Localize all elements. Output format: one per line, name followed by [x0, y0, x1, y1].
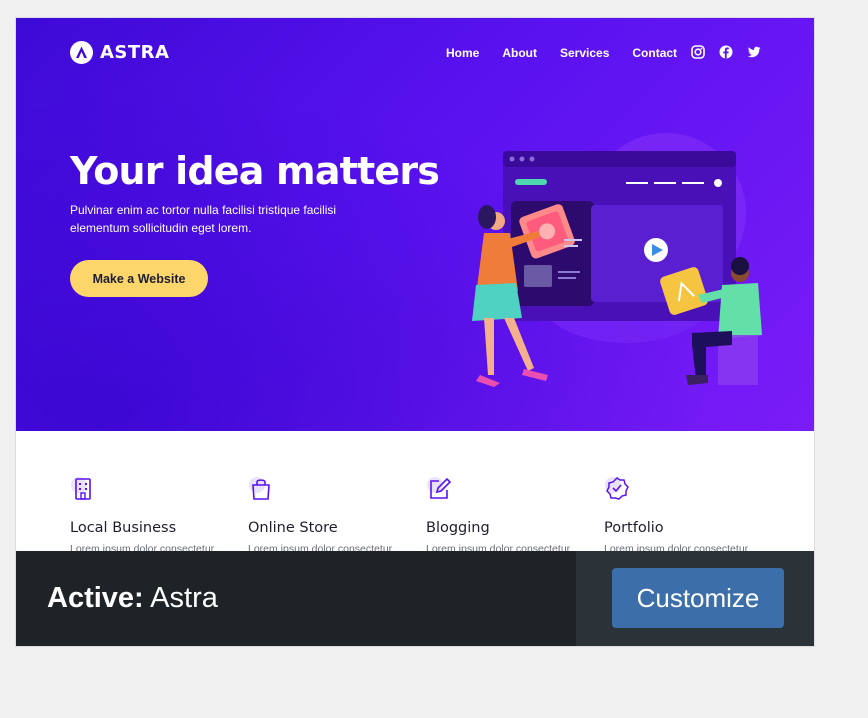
logo-text: ASTRA [100, 42, 170, 63]
feature-desc: Lorem ipsum dolor consectetur [426, 543, 571, 551]
instagram-icon[interactable] [691, 45, 705, 59]
active-label: Active: [47, 582, 144, 614]
hero-subtitle: Pulvinar enim ac tortor nulla facilisi t… [70, 203, 337, 235]
hero-illustration [456, 113, 766, 403]
theme-card[interactable]: ASTRA Home About Services Contact Your i… [15, 17, 815, 647]
hero-title: Your idea matters [70, 149, 440, 193]
theme-name: Active: Astra [47, 582, 218, 615]
twitter-icon[interactable] [747, 45, 761, 59]
theme-name-text: Astra [150, 582, 218, 614]
social-links [691, 45, 761, 59]
nav-home[interactable]: Home [446, 46, 479, 60]
feature-title: Portfolio [604, 520, 664, 536]
theme-screenshot[interactable]: ASTRA Home About Services Contact Your i… [16, 18, 814, 551]
feature-desc: Lorem ipsum dolor consectetur [604, 543, 749, 551]
feature-desc: Lorem ipsum dolor consectetur [70, 543, 215, 551]
badge-check-icon [604, 476, 630, 502]
theme-bar: Active: Astra Customize [16, 551, 814, 646]
nav-contact[interactable]: Contact [632, 46, 677, 60]
shopping-bag-icon [248, 476, 274, 502]
facebook-icon[interactable] [719, 45, 733, 59]
nav-about[interactable]: About [502, 46, 537, 60]
customize-button[interactable]: Customize [612, 568, 784, 628]
feature-title: Local Business [70, 520, 177, 536]
nav-services[interactable]: Services [560, 46, 609, 60]
features-section: Local Business Lorem ipsum dolor consect… [16, 431, 814, 551]
site-logo: ASTRA [70, 41, 169, 64]
feature-title: Online Store [248, 520, 338, 536]
building-icon [70, 476, 96, 502]
edit-icon [426, 476, 452, 502]
make-a-website-button[interactable]: Make a Website [70, 260, 208, 297]
site-nav: Home About Services Contact [446, 46, 700, 60]
feature-desc: Lorem ipsum dolor consectetur [248, 543, 393, 551]
astra-logo-icon [70, 41, 93, 64]
hero-section: ASTRA Home About Services Contact Your i… [16, 18, 814, 431]
feature-title: Blogging [426, 520, 490, 536]
